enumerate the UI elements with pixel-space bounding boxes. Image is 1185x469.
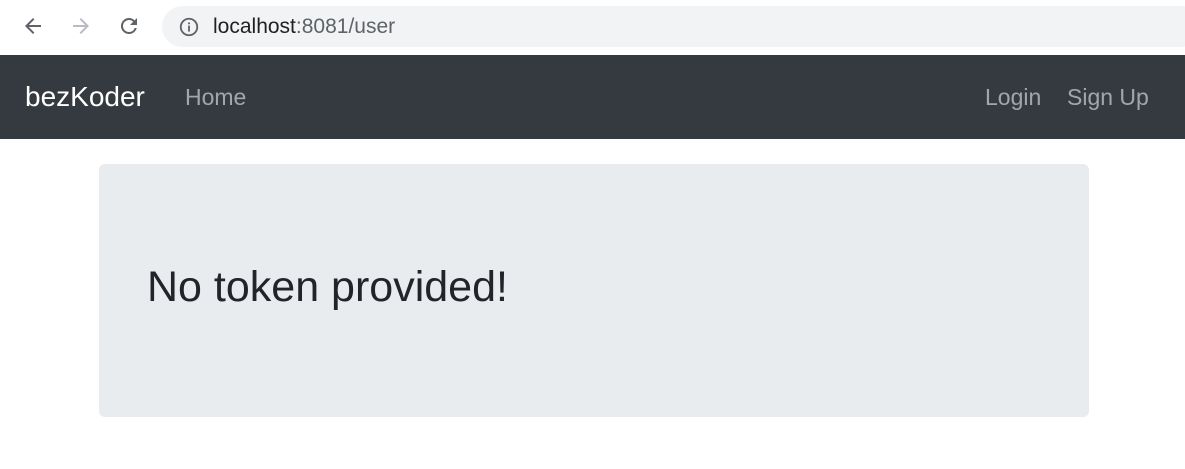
message-heading: No token provided! <box>147 263 508 311</box>
nav-signup-link[interactable]: Sign Up <box>1067 82 1149 112</box>
nav-home-link[interactable]: Home <box>185 82 246 112</box>
navbar: bezKoder Home Login Sign Up <box>0 55 1185 139</box>
main-content: No token provided! <box>0 139 1185 469</box>
message-panel: No token provided! <box>99 164 1089 417</box>
arrow-left-icon <box>25 18 41 34</box>
url-path: :8081/user <box>295 15 396 38</box>
reload-button[interactable] <box>114 11 144 41</box>
arrow-right-icon <box>73 18 89 34</box>
url-host: localhost <box>213 15 296 38</box>
reload-icon <box>120 17 137 34</box>
back-button[interactable] <box>18 11 48 41</box>
nav-login-link[interactable]: Login <box>985 82 1041 112</box>
browser-toolbar: localhost:8081/user <box>0 0 1185 55</box>
forward-button[interactable] <box>66 11 96 41</box>
address-bar[interactable]: localhost:8081/user <box>162 6 1185 47</box>
info-icon[interactable] <box>178 16 200 38</box>
brand-link[interactable]: bezKoder <box>25 80 145 114</box>
url-text[interactable]: localhost:8081/user <box>213 15 395 39</box>
